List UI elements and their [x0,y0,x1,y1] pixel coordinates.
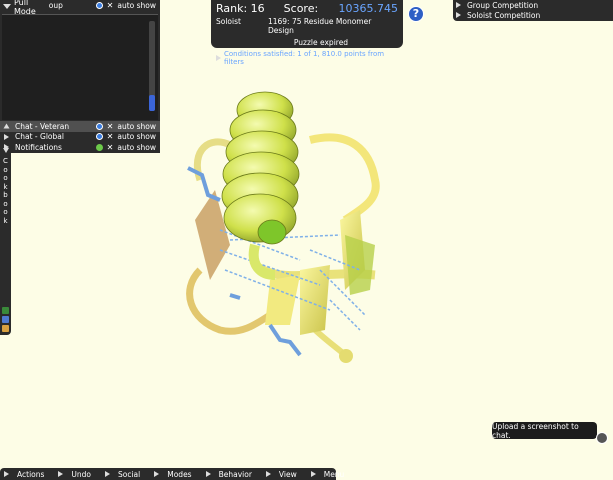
cookbook-label: Cookbook [3,157,8,225]
chevron-right-icon [4,133,9,140]
clock-icon[interactable] [596,432,608,444]
pull-mode-button[interactable]: Pull Mode [0,0,49,16]
group-competition-label: Group Competition [467,0,539,10]
bottom-menu-bar: Actions Undo Social Modes Behavior View … [0,468,344,480]
close-icon[interactable]: ✕ [107,143,114,152]
chevron-right-icon [154,471,160,477]
screenshot-tooltip: Upload a screenshot to chat. [492,422,597,440]
chevron-up-icon [3,123,10,129]
close-icon[interactable]: ✕ [107,122,114,131]
help-icon[interactable]: ? [408,6,424,22]
menu-modes[interactable]: Modes [154,469,192,479]
menu-undo[interactable]: Undo [58,470,91,479]
auto-show-label[interactable]: auto show [117,1,156,10]
soloist-competition-toggle[interactable]: Soloist Competition [456,10,610,20]
menu-social[interactable]: Social [105,470,140,479]
conditions-text: Conditions satisfied: 1 of 1, 810.0 poin… [224,50,385,66]
chevron-right-icon [456,12,461,18]
recipe-folder-icon[interactable] [2,325,9,332]
menu-view[interactable]: View [265,469,297,479]
info-icon[interactable] [95,1,103,9]
chat-scrollbar[interactable] [149,21,155,111]
menu-behavior[interactable]: Behavior [205,469,252,479]
cookbook-panel[interactable]: Cookbook [0,145,11,335]
auto-show-label[interactable]: auto show [117,132,156,141]
status-icon [95,143,103,151]
score-label: Score: [283,2,319,15]
chevron-right-icon [58,471,64,477]
auto-show-label[interactable]: auto show [117,143,156,152]
menu-label: View [278,469,297,479]
chevron-right-icon [4,144,9,151]
group-competition-toggle[interactable]: Group Competition [456,0,610,10]
conditions-toggle[interactable]: Conditions satisfied: 1 of 1, 810.0 poin… [216,50,398,66]
puzzle-status: Puzzle expired [293,38,349,47]
notifications-label: Notifications [15,142,62,152]
menu-label: Undo [71,469,91,479]
info-icon[interactable] [95,122,103,130]
chevron-right-icon [456,2,461,8]
chat-veteran-label: Chat - Veteran [15,121,70,131]
recipe-icon[interactable] [2,307,9,314]
chevron-right-icon [216,55,221,61]
chat-global-header[interactable]: Chat - Global ✕ auto show [0,132,160,143]
menu-label: Social [118,469,141,479]
script-icon[interactable] [2,316,9,323]
menu-label: Menu [323,469,345,479]
menu-menu[interactable]: Menu [310,469,345,479]
chevron-down-icon [3,4,11,9]
rank-label: Rank: 16 [216,2,265,15]
chevron-right-icon [105,471,110,477]
mode-label: Soloist [216,17,241,26]
chat-panel: Chat - Group ✕ auto show Chat - Veteran … [0,0,160,153]
competition-panel: Group Competition Soloist Competition [453,0,613,21]
close-icon[interactable]: ✕ [107,1,114,10]
puzzle-name: 1169: 75 Residue Monomer Design [267,17,372,35]
menu-label: Modes [167,469,192,479]
notifications-header[interactable]: Notifications ✕ auto show [0,142,160,153]
close-icon[interactable]: ✕ [107,132,114,141]
menu-label: Behavior [218,469,252,479]
chevron-right-icon [265,471,271,477]
chevron-right-icon [4,471,9,477]
chat-global-label: Chat - Global [15,132,64,142]
soloist-competition-label: Soloist Competition [467,10,541,20]
menu-label: Actions [17,469,45,479]
auto-show-label[interactable]: auto show [117,122,156,131]
chevron-right-icon [310,471,316,477]
chat-veteran-header[interactable]: Chat - Veteran ✕ auto show [0,121,160,132]
scrollbar-thumb[interactable] [149,95,155,111]
chevron-right-icon [205,471,211,477]
chat-message-area[interactable] [2,14,158,120]
score-value: 10365.745 [338,2,399,15]
score-panel: Rank: 16 Score: 10365.745 Soloist 1169: … [211,0,403,66]
protein-viewport[interactable] [160,70,400,380]
info-icon[interactable] [95,133,103,141]
menu-actions[interactable]: Actions [4,470,44,479]
